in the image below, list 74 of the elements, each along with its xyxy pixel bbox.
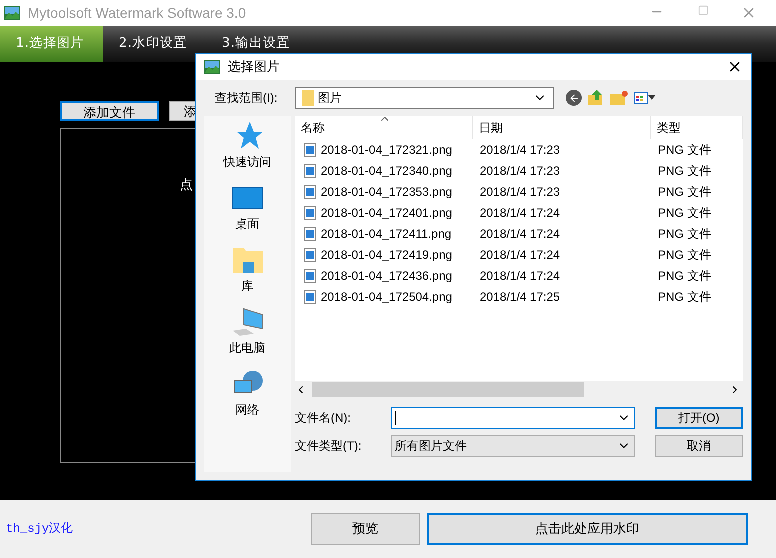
file-type: PNG 文件 bbox=[657, 184, 712, 200]
filename-label: 文件名(N): bbox=[295, 410, 352, 427]
new-folder-icon[interactable] bbox=[610, 91, 628, 105]
filename-field[interactable] bbox=[390, 407, 636, 429]
file-row[interactable]: 2018-01-04_172340.png 2018/1/4 17:23 PNG 文件 bbox=[295, 160, 743, 181]
column-header[interactable]: 类型 bbox=[651, 116, 743, 139]
image-file-icon bbox=[304, 290, 316, 304]
look-in-dropdown[interactable]: 图片 bbox=[295, 87, 554, 109]
file-row[interactable]: 2018-01-04_172321.png 2018/1/4 17:23 PNG 文件 bbox=[295, 139, 743, 160]
open-button[interactable]: 打开(O) bbox=[655, 407, 743, 429]
file-date: 2018/1/4 17:24 bbox=[479, 246, 562, 264]
file-name: 2018-01-04_172321.png bbox=[321, 142, 452, 158]
file-date: 2018/1/4 17:23 bbox=[479, 142, 562, 158]
add-files-button[interactable]: 添加文件 bbox=[60, 101, 159, 121]
file-name: 2018-01-04_172401.png bbox=[321, 204, 452, 222]
image-file-icon bbox=[304, 268, 316, 282]
file-date: 2018/1/4 17:23 bbox=[479, 162, 562, 180]
back-icon[interactable] bbox=[566, 90, 582, 106]
file-name: 2018-01-04_172411.png bbox=[321, 226, 452, 242]
file-date: 2018/1/4 17:24 bbox=[479, 204, 562, 222]
file-row[interactable]: 2018-01-04_172436.png 2018/1/4 17:24 PNG 文件 bbox=[295, 265, 743, 286]
file-row[interactable]: 2018-01-04_172504.png 2018/1/4 17:25 PNG 文件 bbox=[295, 286, 743, 307]
credit-text: th_sjy汉化 bbox=[6, 521, 74, 538]
view-menu-icon[interactable] bbox=[634, 92, 656, 104]
file-type: PNG 文件 bbox=[657, 246, 712, 264]
image-file-icon bbox=[304, 206, 316, 220]
file-type: PNG 文件 bbox=[657, 288, 712, 306]
cancel-button[interactable]: 取消 bbox=[655, 435, 743, 457]
file-type: PNG 文件 bbox=[657, 162, 712, 180]
file-date: 2018/1/4 17:24 bbox=[479, 226, 562, 242]
places-item[interactable]: 网络 bbox=[232, 369, 264, 431]
file-row[interactable]: 2018-01-04_172419.png 2018/1/4 17:24 PNG 文件 bbox=[295, 244, 743, 265]
image-file-icon bbox=[304, 164, 316, 178]
apply-watermark-button[interactable]: 点击此处应用水印 bbox=[427, 513, 748, 545]
folder-icon bbox=[302, 90, 314, 106]
file-date: 2018/1/4 17:24 bbox=[479, 268, 562, 284]
file-date: 2018/1/4 17:23 bbox=[479, 184, 562, 200]
computer-icon bbox=[232, 307, 264, 337]
look-in-label: 查找范围(I): bbox=[215, 90, 279, 107]
folder-icon bbox=[232, 245, 264, 275]
file-type: PNG 文件 bbox=[657, 142, 712, 158]
file-name: 2018-01-04_172340.png bbox=[321, 162, 452, 180]
image-file-icon bbox=[304, 248, 316, 262]
image-file-icon bbox=[304, 226, 316, 240]
preview-button[interactable]: 预览 bbox=[311, 513, 420, 545]
column-header[interactable]: 名称 bbox=[295, 116, 473, 139]
file-name: 2018-01-04_172504.png bbox=[321, 288, 452, 306]
look-in-value: 图片 bbox=[318, 90, 342, 107]
file-date: 2018/1/4 17:25 bbox=[479, 288, 562, 306]
file-type: PNG 文件 bbox=[657, 204, 712, 222]
drop-hint: 点 bbox=[180, 176, 193, 194]
file-row[interactable]: 2018-01-04_172411.png 2018/1/4 17:24 PNG 文件 bbox=[295, 223, 743, 244]
filetype-dropdown[interactable]: 所有图片文件 bbox=[390, 435, 636, 457]
file-name: 2018-01-04_172419.png bbox=[321, 246, 452, 264]
file-type: PNG 文件 bbox=[657, 268, 712, 284]
dialog-title: 选择图片 bbox=[228, 58, 280, 76]
up-folder-icon[interactable] bbox=[588, 90, 604, 106]
window-title: Mytoolsoft Watermark Software 3.0 bbox=[28, 4, 246, 23]
image-file-icon bbox=[304, 142, 316, 156]
file-row[interactable]: 2018-01-04_172353.png 2018/1/4 17:23 PNG 文件 bbox=[295, 181, 743, 202]
app-icon bbox=[4, 6, 20, 20]
step-tab[interactable]: 2.水印设置 bbox=[103, 26, 206, 62]
file-type: PNG 文件 bbox=[657, 226, 712, 242]
places-item[interactable]: 快速访问 bbox=[224, 121, 272, 183]
image-file-icon bbox=[304, 184, 316, 198]
column-header[interactable]: 日期 bbox=[473, 116, 651, 139]
file-row[interactable]: 2018-01-04_172401.png 2018/1/4 17:24 PNG 文件 bbox=[295, 202, 743, 223]
file-name: 2018-01-04_172436.png bbox=[321, 268, 452, 284]
places-item[interactable]: 此电脑 bbox=[230, 307, 266, 369]
places-item[interactable]: 库 bbox=[232, 245, 264, 307]
file-name: 2018-01-04_172353.png bbox=[321, 184, 452, 200]
filetype-label: 文件类型(T): bbox=[295, 438, 363, 455]
places-item[interactable]: 桌面 bbox=[232, 183, 264, 245]
app-icon bbox=[204, 60, 220, 74]
